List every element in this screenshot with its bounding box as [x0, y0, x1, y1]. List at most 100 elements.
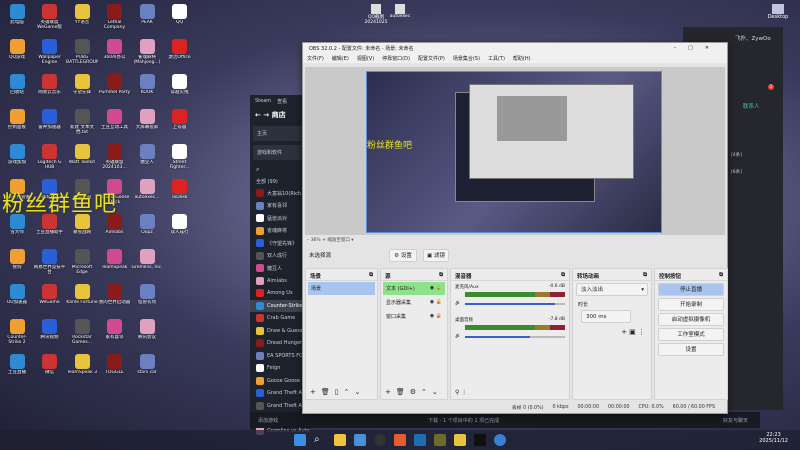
desktop-icon[interactable]: KOOK [131, 73, 163, 107]
volume-slider[interactable] [464, 335, 565, 338]
desktop-icon[interactable]: 双人成行 [164, 213, 196, 247]
desktop-icon[interactable]: 雀魂麻将(Mahjong...) [131, 38, 163, 72]
desktop-icon[interactable]: Oopz [131, 213, 163, 247]
speaker-icon[interactable]: 🔊 [455, 301, 461, 306]
desktop-icon[interactable]: 英雄联盟WeGame版 [34, 3, 66, 37]
duration-input[interactable]: 300 ms [581, 310, 631, 323]
steam-window[interactable]: Steam 查看 ← → 商店 主页 游戏和软件 ⌕ 全部 (99) 大富翁10(… [250, 95, 310, 435]
desktop-icon[interactable]: 微信 [34, 353, 66, 387]
scene-item[interactable]: 场景 [308, 282, 375, 295]
desktop-icon[interactable]: 控制面板 [1, 108, 33, 142]
desktop-icon[interactable]: QQ [164, 3, 196, 37]
desktop-icon[interactable]: 网易云音乐 [34, 73, 66, 107]
desktop-icon[interactable]: Watt Toolkit [66, 143, 98, 177]
game-list-item[interactable]: 《守望先锋》 [250, 237, 310, 250]
search-icon[interactable]: ⌕ [250, 164, 310, 176]
desktop-icon[interactable]: TeamSpeak [99, 248, 131, 282]
game-list-item[interactable]: 大富翁10(Rich... [250, 187, 310, 200]
desktop-icon[interactable]: 回收站 [1, 73, 33, 107]
game-list-item[interactable]: 双人成行 [250, 250, 310, 263]
source-item[interactable]: 显示器采集 ◉ 🔒 [383, 296, 445, 309]
desktop-icon[interactable]: 英雄联盟 2024103... [99, 143, 131, 177]
desktop-icon[interactable]: TOGGLE [99, 353, 131, 387]
desktop-icon[interactable]: 激活Office [164, 38, 196, 72]
desktop-icon[interactable]: 腾讯视频 [34, 318, 66, 352]
game-list-item[interactable]: 家有喜邻 [250, 200, 310, 213]
clock[interactable]: 22:23 2025/11/12 [759, 432, 788, 444]
desktop-icon[interactable]: Desktop [760, 4, 796, 20]
desktop-icon[interactable]: Logitech G HUB [34, 143, 66, 177]
add-game-button[interactable]: 添加游戏 [258, 417, 278, 424]
desktop-icon[interactable]: Kards Fortune [66, 283, 98, 317]
library-all-header[interactable]: 全部 (99) [250, 176, 310, 187]
back-icon[interactable]: ← → [255, 111, 272, 119]
store-tab[interactable]: 商店 [272, 111, 286, 119]
friends-chat-button[interactable]: 好友与聊天 [723, 417, 748, 424]
desktop-icon[interactable]: 暴雪战网 [66, 213, 98, 247]
desktop-icon[interactable]: 360AI办公 [99, 38, 131, 72]
game-list-item[interactable]: 猛兽派对 [250, 212, 310, 225]
desktop-icon[interactable]: YY语音 [66, 3, 98, 37]
game-list-item[interactable]: 糖豆人 [250, 262, 310, 275]
menu-item[interactable]: 文件(F) [307, 56, 324, 62]
desktop-icon[interactable]: Pummel Party [99, 73, 131, 107]
game-list-item[interactable]: Among Us [250, 287, 310, 300]
desktop-icon[interactable]: Wallpaper Engine [34, 38, 66, 72]
desktop-icon[interactable]: Lethal Company [99, 3, 131, 37]
menu-item[interactable]: 帮助(H) [513, 56, 531, 62]
desktop-icon[interactable]: ToDesk [164, 178, 196, 212]
desktop-icon[interactable]: 土豆互动工具 [99, 108, 131, 142]
desktop-icon[interactable]: WeGame [34, 283, 66, 317]
desktop-icon[interactable]: 搜狗 [1, 248, 33, 282]
app-icon[interactable] [474, 434, 486, 446]
desktop-icon[interactable]: Gremlins, Inc. [131, 248, 163, 282]
home-button[interactable]: 主页 [253, 126, 307, 141]
desktop-icon[interactable]: PUBG BATTLEGROUNDS [66, 38, 98, 72]
game-list-item[interactable]: Grand Theft Auto IV [250, 400, 310, 413]
desktop-icon[interactable]: 土豆直播 [1, 353, 33, 387]
source-item[interactable]: 窗口采集 ◉ 🔒 [383, 310, 445, 323]
visibility-icon[interactable]: ◉ 🔒 [430, 285, 442, 292]
game-list-item[interactable]: Draw & Guess [250, 325, 310, 338]
game-list-item[interactable]: Grand Theft Auto V [250, 387, 310, 400]
desktop-icon[interactable]: 怪兽农场 [131, 283, 163, 317]
menu-item[interactable]: 停靠窗口(D) [382, 56, 410, 62]
game-list-item[interactable]: 雀魂麻将 [250, 225, 310, 238]
desktop-icon[interactable]: 我的世界启动器 [99, 283, 131, 317]
desktop-icon[interactable]: autoexec... [131, 178, 163, 212]
control-button[interactable]: 设置 [658, 343, 724, 356]
control-button[interactable]: 停止直播 [658, 283, 724, 296]
desktop-icon[interactable]: 雪大师 [1, 213, 33, 247]
desktop-icon[interactable]: Rockstar Games... [66, 318, 98, 352]
start-icon[interactable] [294, 434, 306, 446]
volume-slider[interactable] [464, 302, 565, 305]
game-list-item[interactable]: Feign [250, 362, 310, 375]
control-button[interactable]: 启动虚拟摄像机 [658, 313, 724, 326]
desktop-icon[interactable]: 穿越火线 [164, 73, 196, 107]
menu-item[interactable]: 配置文件(P) [418, 56, 445, 62]
menu-item[interactable]: 工具(T) [488, 56, 505, 62]
settings-icon[interactable] [354, 434, 366, 446]
steam-icon[interactable] [414, 434, 426, 446]
desktop-icon[interactable]: PEAK [131, 3, 163, 37]
game-list-item[interactable]: Aimlabs [250, 275, 310, 288]
zoom-mode[interactable]: 缩放至窗口 [327, 238, 350, 243]
mixer-menu-icon[interactable]: ⚲ ⋮ [455, 389, 467, 396]
window-controls[interactable]: –□✕ [674, 45, 721, 51]
desktop-icon[interactable]: 家有喜邻 [99, 318, 131, 352]
desktop-icon[interactable]: UU加速器 [1, 283, 33, 317]
desktop-icon[interactable]: Aimlabs [99, 213, 131, 247]
game-list-item[interactable]: EA SPORTS FC [250, 350, 310, 363]
visibility-icon[interactable]: ◉ 🔒 [430, 313, 442, 320]
speaker-icon[interactable]: 🔊 [455, 334, 461, 339]
scene-toolbar[interactable]: +🗑▯⌃⌄ [310, 388, 365, 396]
zoom-bar[interactable]: – 36% + 缩放至窗口 ▾ [307, 237, 354, 243]
desktop-icon[interactable]: TeamSpeak 3 [66, 353, 98, 387]
settings-button[interactable]: ⚙ 设置 [389, 248, 418, 262]
control-button[interactable]: 工作室模式 [658, 328, 724, 341]
app-icon[interactable] [494, 434, 506, 446]
desktop-icon[interactable]: Counter-Strike 2 [1, 318, 33, 352]
filter-dropdown[interactable]: 游戏和软件 [253, 145, 307, 160]
filters-button[interactable]: ▣ 滤镜 [423, 248, 450, 262]
game-list-item[interactable]: Dread Hunger [250, 337, 310, 350]
